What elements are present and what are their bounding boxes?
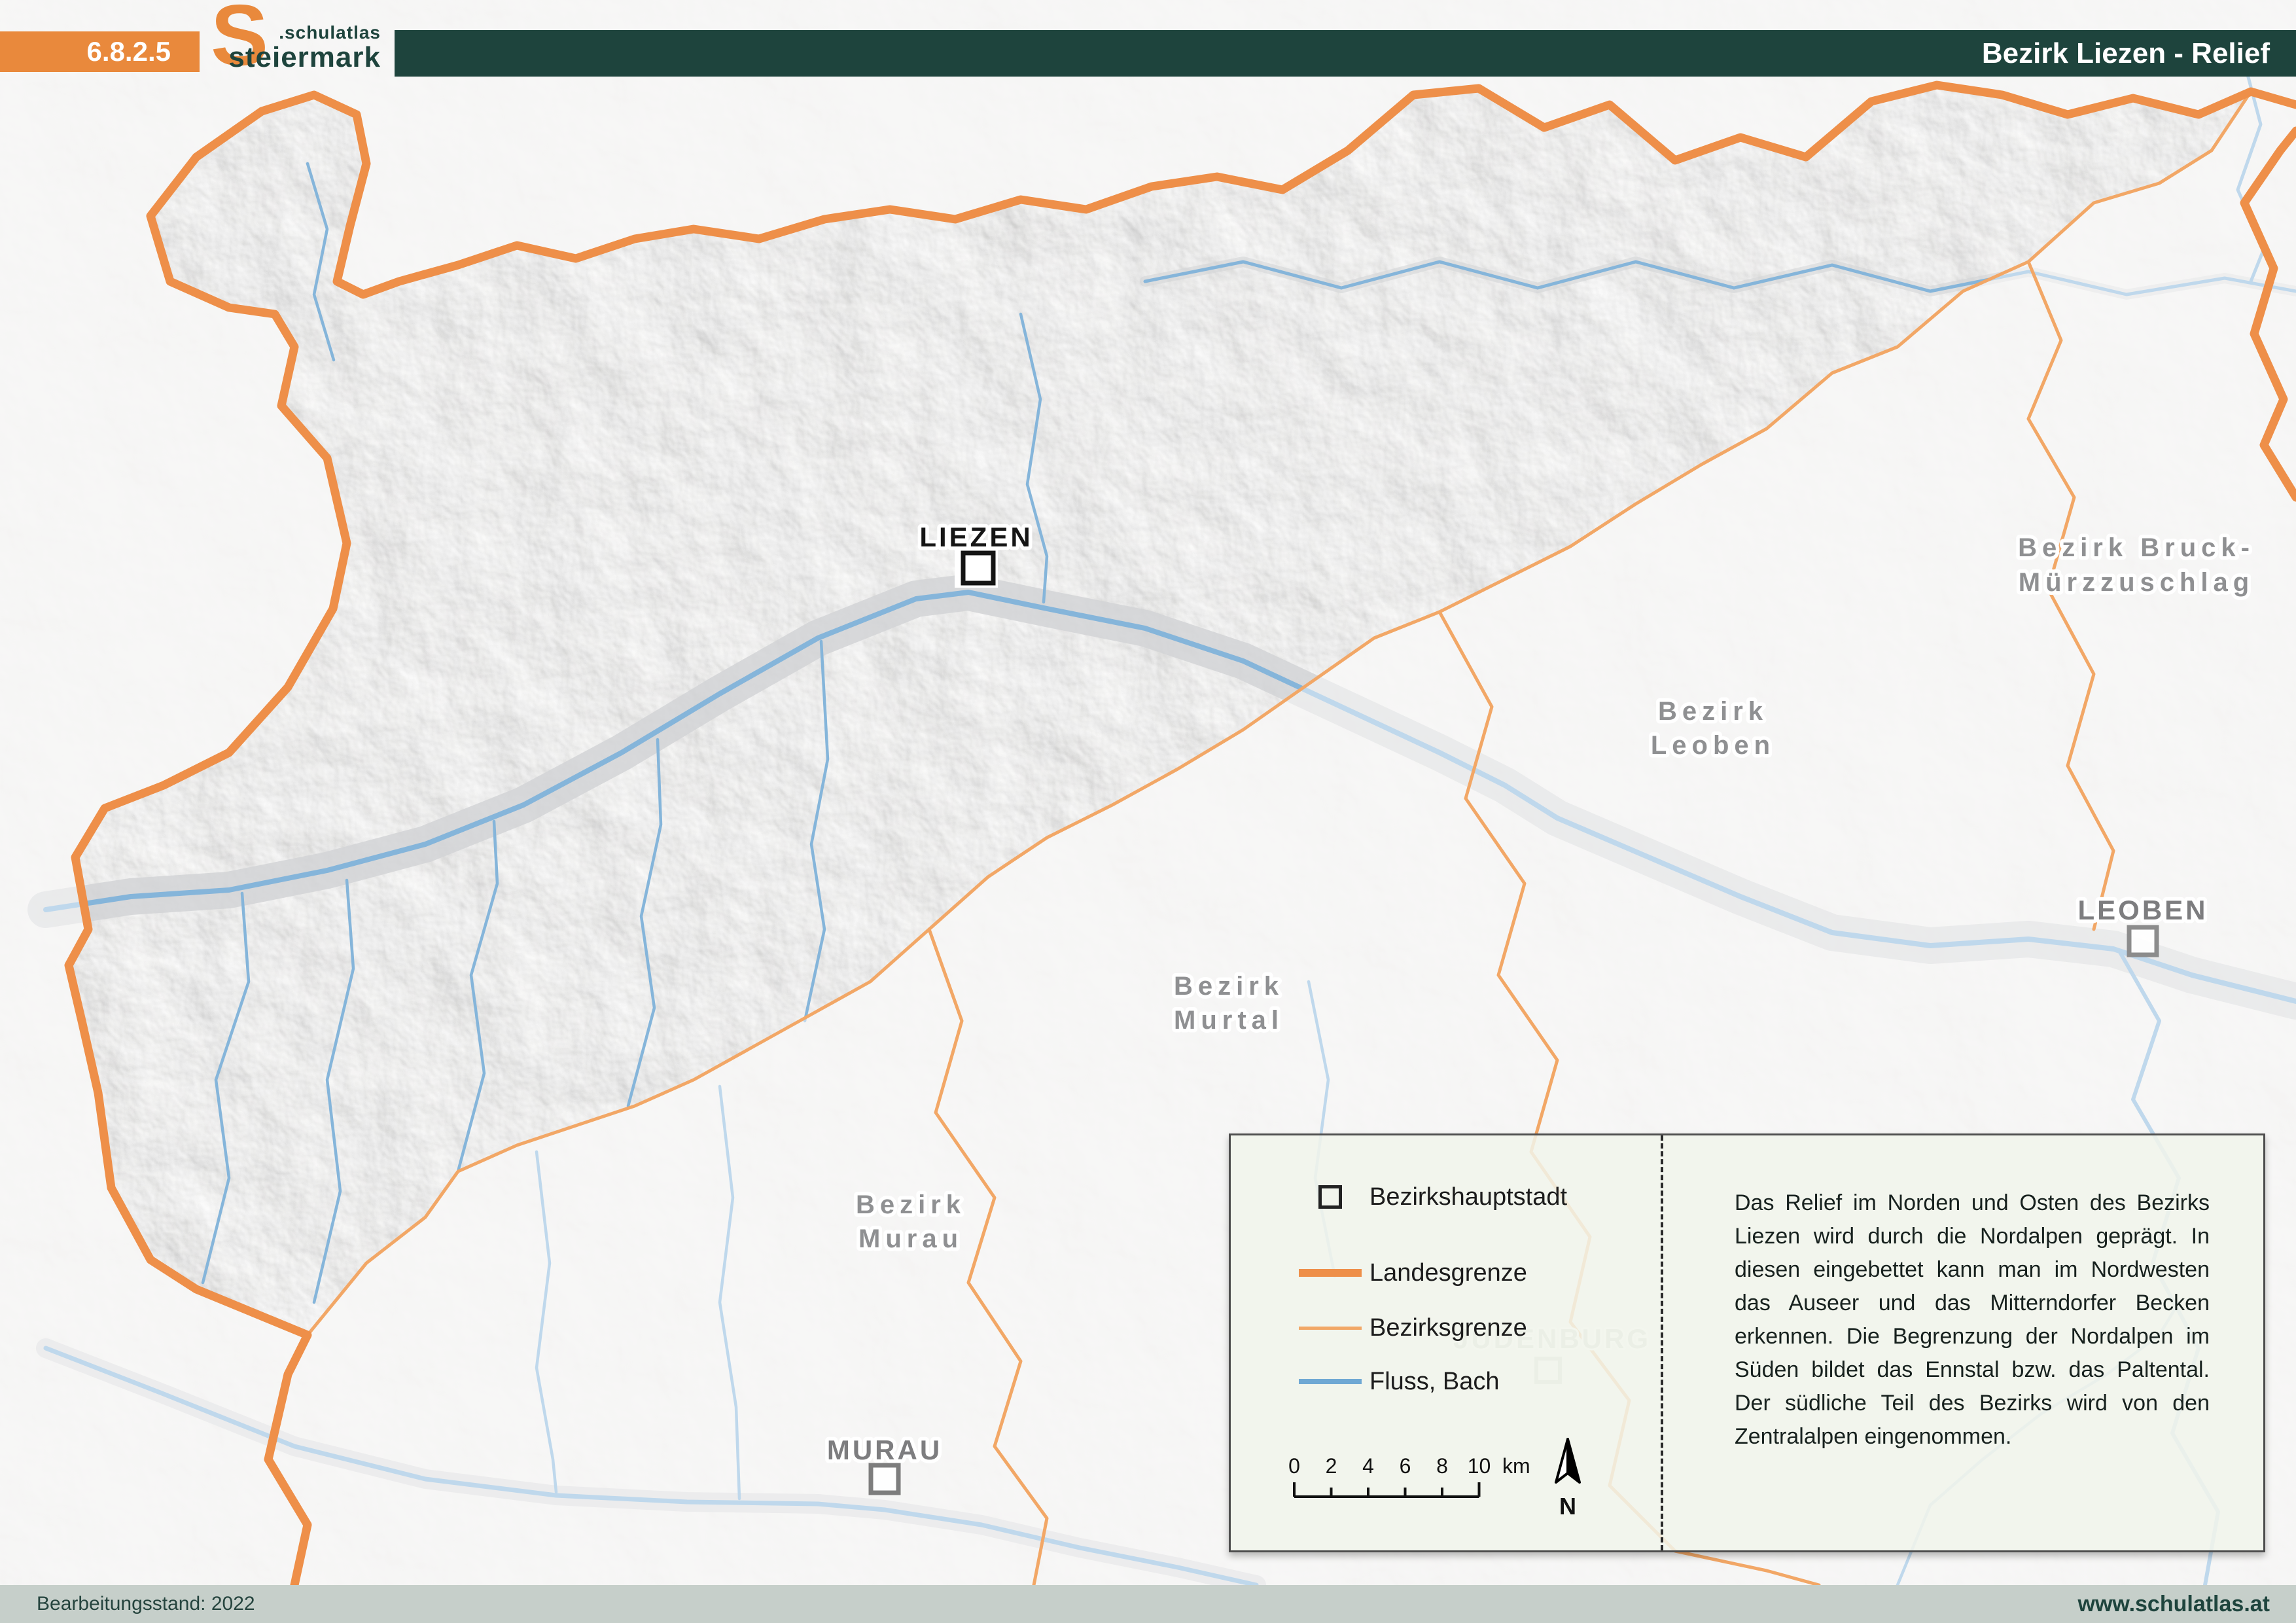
legend-label: Bezirksgrenze [1369,1314,1527,1342]
legend-label: Bezirkshauptstadt [1369,1183,1567,1211]
murau-marker [871,1465,898,1493]
footer-status: Bearbeitungsstand: 2022 [37,1585,255,1623]
legend-row-bezirkshauptstadt: Bezirkshauptstadt [1231,1177,1663,1217]
logo-line-schulatlas: .schulatlas [228,24,381,42]
north-label: N [1538,1493,1597,1520]
svg-text:10: 10 [1468,1454,1491,1478]
map-title: Bezirk Liezen - Relief [395,30,2296,77]
sheet-number-badge: 6.8.2.5 [0,31,200,72]
legend-row-bezirksgrenze: Bezirksgrenze [1231,1308,1663,1347]
label-bruck-line2: Mürzzuschlag [2019,568,2254,597]
thin-orange-line-icon [1299,1327,1362,1330]
svg-text:0: 0 [1288,1454,1300,1478]
label-bruck-line1: Bezirk Bruck- [2018,533,2255,562]
logo-line-steiermark: steiermark [228,43,381,72]
label-bezirk-leoben-line1: Bezirk [1658,697,1768,726]
label-bezirk-leoben-line2: Leoben [1651,731,1775,760]
legend-row-landesgrenze: Landesgrenze [1231,1253,1663,1293]
label-bezirk-murau-line1: Bezirk [856,1190,966,1219]
svg-text:8: 8 [1436,1454,1448,1478]
north-arrow: N [1538,1435,1597,1514]
atlas-page: LIEZEN Bezirk Bruck- Mürzzuschlag Bezirk… [0,0,2296,1623]
label-bezirk-murtal-line1: Bezirk [1174,972,1284,1001]
svg-text:4: 4 [1362,1454,1374,1478]
legend-label: Fluss, Bach [1369,1368,1500,1396]
scale-unit: km [1502,1454,1530,1478]
label-bezirk-murau-line2: Murau [858,1224,963,1253]
legend-description: Das Relief im Norden und Osten des Bezir… [1735,1186,2210,1454]
thick-orange-line-icon [1299,1269,1362,1277]
legend-box: Bezirkshauptstadt Landesgrenze Bezirksgr… [1229,1133,2265,1552]
scale-bar: 0 2 4 6 8 10 km [1286,1454,1561,1508]
leoben-marker [2129,927,2157,955]
label-liezen: LIEZEN [919,522,1033,552]
legend-label: Landesgrenze [1369,1259,1527,1287]
blue-line-icon [1299,1379,1362,1384]
legend-divider [1661,1135,1663,1550]
footer-website-link[interactable]: www.schulatlas.at [2078,1585,2270,1623]
schulatlas-logo: S .schulatlas steiermark [202,0,385,85]
footer-bar: Bearbeitungsstand: 2022 www.schulatlas.a… [0,1585,2296,1623]
square-icon [1318,1185,1342,1209]
legend-row-fluss-bach: Fluss, Bach [1231,1362,1663,1401]
label-bezirk-murtal-line2: Murtal [1174,1006,1284,1035]
label-leoben: LEOBEN [2077,895,2208,925]
svg-text:2: 2 [1326,1454,1337,1478]
svg-text:6: 6 [1400,1454,1411,1478]
label-murau: MURAU [827,1435,942,1465]
